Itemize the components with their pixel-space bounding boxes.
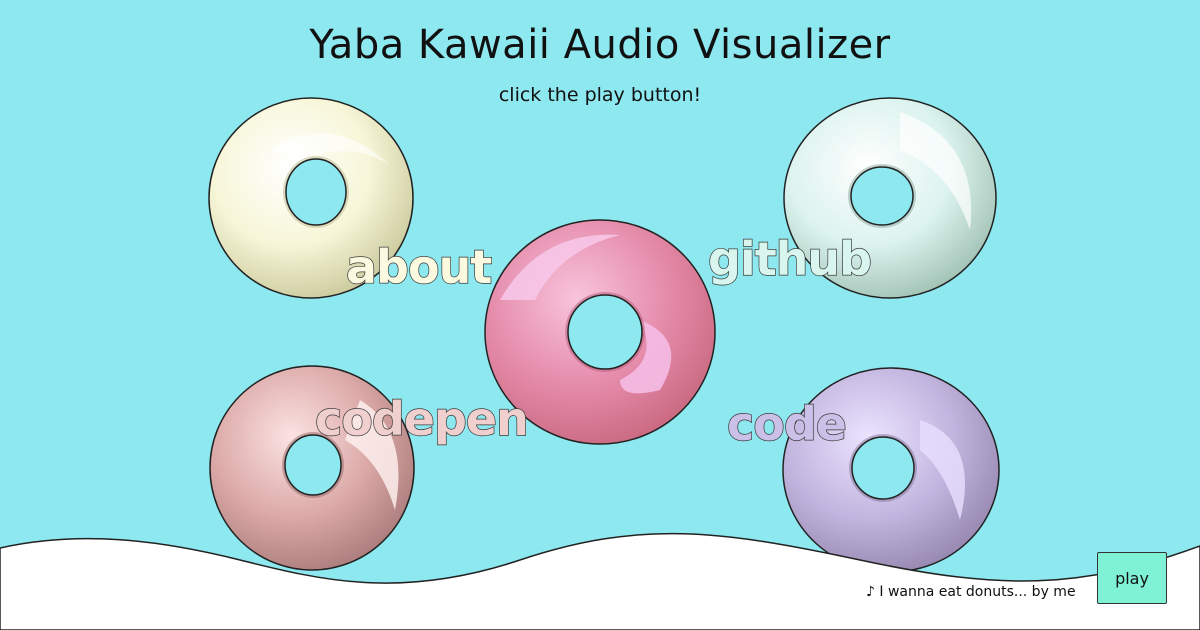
track-info: ♪ I wanna eat donuts... by me [866,584,1076,600]
link-github[interactable]: github [707,231,873,286]
donut-scene: about github codepen code [208,97,1000,573]
link-about[interactable]: about [345,239,493,294]
visualizer-stage: Yaba Kawaii Audio Visualizer click the p… [0,0,1200,630]
link-code[interactable]: code [726,396,847,451]
link-codepen[interactable]: codepen [314,391,529,446]
play-button[interactable]: play [1097,552,1167,604]
